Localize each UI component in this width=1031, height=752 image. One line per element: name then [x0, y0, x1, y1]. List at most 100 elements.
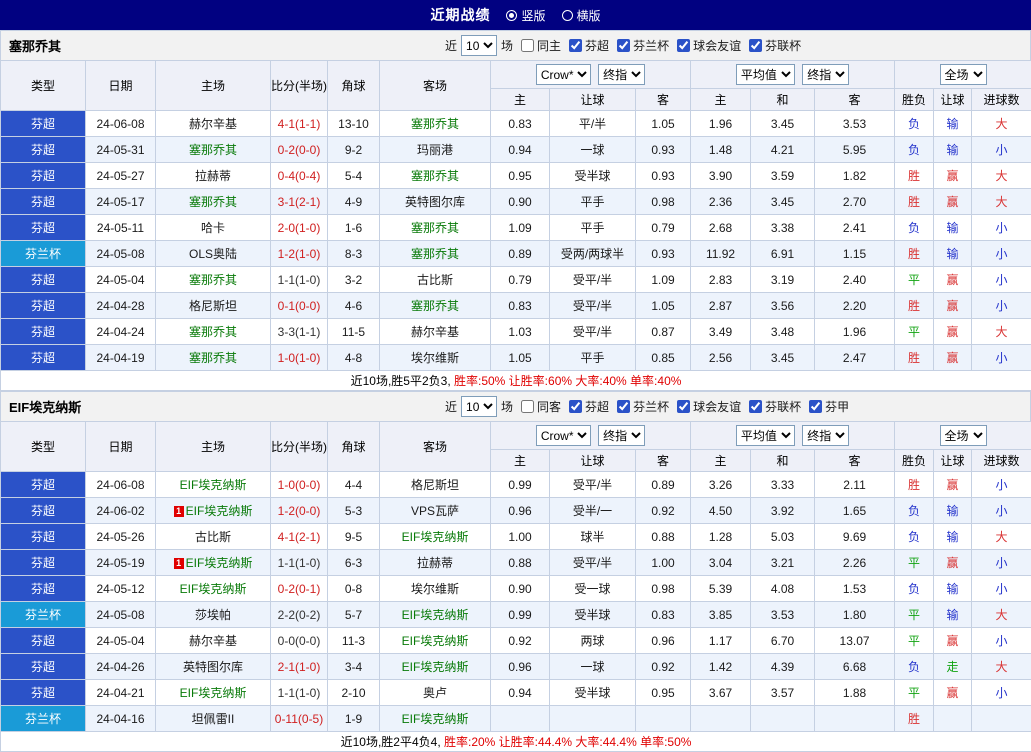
away-team-cell: 埃尔维斯	[380, 345, 491, 371]
team-name: 格尼斯坦	[189, 299, 237, 313]
league-checkbox[interactable]	[749, 400, 762, 413]
avg-final-select[interactable]: 终指	[802, 64, 849, 85]
score-cell: 4-1(2-1)	[271, 524, 328, 550]
odds-cell: 受半/一	[550, 498, 636, 524]
filter-controls: 近 10 场 同主 芬超芬兰杯球会友谊芬联杯	[445, 35, 801, 56]
full-match-select[interactable]: 全场	[940, 64, 987, 85]
league-checkbox[interactable]	[617, 400, 630, 413]
home-team-cell: 哈卡	[156, 215, 271, 241]
team-name: 格尼斯坦	[411, 478, 459, 492]
league-checkbox[interactable]	[569, 400, 582, 413]
same-venue-checkbox[interactable]	[521, 400, 534, 413]
match-count-select[interactable]: 10	[461, 396, 497, 417]
odds-cell: 0.88	[636, 524, 691, 550]
corners-cell: 5-7	[328, 602, 380, 628]
same-venue-filter[interactable]: 同客	[513, 398, 561, 415]
league-filter[interactable]: 芬联杯	[741, 37, 801, 54]
goals-result-cell: 大	[972, 163, 1031, 189]
team-name: 拉赫蒂	[417, 556, 453, 570]
odds-cell: 0.88	[491, 550, 550, 576]
avg-final-select[interactable]: 终指	[802, 425, 849, 446]
result-cell: 负	[895, 524, 934, 550]
away-team-cell: 拉赫蒂	[380, 550, 491, 576]
goals-result-cell: 大	[972, 189, 1031, 215]
bookmaker-select[interactable]: Crow*	[536, 425, 591, 446]
score-cell: 0-0(0-0)	[271, 628, 328, 654]
same-venue-label: 同主	[537, 37, 561, 54]
away-team-cell: 古比斯	[380, 267, 491, 293]
handicap-result-cell: 输	[934, 215, 972, 241]
layout-option-vertical[interactable]: 竖版	[506, 7, 545, 24]
date-cell: 24-04-26	[86, 654, 156, 680]
score-cell: 4-1(1-1)	[271, 111, 328, 137]
league-filter[interactable]: 芬兰杯	[609, 398, 669, 415]
col-avg-draw: 和	[751, 89, 815, 111]
summary-row: 近10场,胜5平2负3, 胜率:50% 让胜率:60% 大率:40% 单率:40…	[1, 371, 1031, 391]
league-filter[interactable]: 芬联杯	[741, 398, 801, 415]
team-name: 莎埃帕	[195, 608, 231, 622]
league-filter[interactable]: 球会友谊	[669, 398, 741, 415]
score-cell: 1-2(0-0)	[271, 498, 328, 524]
radio-selected-icon	[506, 10, 517, 21]
away-team-cell: EIF埃克纳斯	[380, 628, 491, 654]
league-checkbox[interactable]	[617, 39, 630, 52]
final-odds-select[interactable]: 终指	[598, 64, 645, 85]
league-filter[interactable]: 芬甲	[801, 398, 849, 415]
team-name: 英特图尔库	[405, 195, 465, 209]
odds-cell: 2.87	[691, 293, 751, 319]
average-select[interactable]: 平均值	[736, 425, 795, 446]
match-count-select[interactable]: 10	[461, 35, 497, 56]
score-cell: 0-1(0-0)	[271, 293, 328, 319]
odds-cell: 2.47	[815, 345, 895, 371]
average-select[interactable]: 平均值	[736, 64, 795, 85]
full-match-select[interactable]: 全场	[940, 425, 987, 446]
odds-cell: 1.05	[491, 345, 550, 371]
team-name: 埃尔维斯	[411, 582, 459, 596]
odds-cell: 0.96	[491, 498, 550, 524]
odds-cell: 3.45	[751, 111, 815, 137]
odds-cell: 1.05	[636, 111, 691, 137]
summary-record: 近10场,胜2平4负4,	[341, 735, 444, 749]
handicap-result-cell: 赢	[934, 189, 972, 215]
goals-result-cell: 小	[972, 345, 1031, 371]
corners-cell: 11-5	[328, 319, 380, 345]
final-odds-select[interactable]: 终指	[598, 425, 645, 446]
odds-cell: 2.26	[815, 550, 895, 576]
handicap-result-cell: 赢	[934, 472, 972, 498]
col-handicap: 让球	[550, 89, 636, 111]
league-label: 芬联杯	[765, 398, 801, 415]
league-checkbox[interactable]	[677, 39, 690, 52]
focus-team-name: EIF埃克纳斯	[402, 530, 469, 544]
odds-cell: 0.92	[636, 654, 691, 680]
away-team-cell: 格尼斯坦	[380, 472, 491, 498]
focus-team-name: EIF埃克纳斯	[186, 504, 253, 518]
odds-cell: 0.83	[636, 602, 691, 628]
league-checkbox[interactable]	[677, 400, 690, 413]
layout-option-horizontal[interactable]: 横版	[562, 7, 601, 24]
league-checkbox[interactable]	[569, 39, 582, 52]
league-filter[interactable]: 球会友谊	[669, 37, 741, 54]
team-name: 古比斯	[417, 273, 453, 287]
goals-result-cell	[972, 706, 1031, 732]
layout-horizontal-label: 横版	[577, 7, 601, 24]
league-checkbox[interactable]	[809, 400, 822, 413]
league-checkbox[interactable]	[749, 39, 762, 52]
handicap-result-cell: 走	[934, 654, 972, 680]
same-venue-checkbox[interactable]	[521, 39, 534, 52]
focus-team-name: EIF埃克纳斯	[402, 712, 469, 726]
corners-cell: 11-3	[328, 628, 380, 654]
odds-cell: 0.95	[491, 163, 550, 189]
odds-cell: 2.41	[815, 215, 895, 241]
result-cell: 负	[895, 137, 934, 163]
focus-team-name: EIF埃克纳斯	[180, 478, 247, 492]
league-filter[interactable]: 芬超	[561, 398, 609, 415]
col-away: 客场	[380, 422, 491, 472]
bookmaker-select[interactable]: Crow*	[536, 64, 591, 85]
league-filter[interactable]: 芬超	[561, 37, 609, 54]
league-cell: 芬超	[1, 189, 86, 215]
league-label: 芬联杯	[765, 37, 801, 54]
league-cell: 芬兰杯	[1, 706, 86, 732]
league-filter[interactable]: 芬兰杯	[609, 37, 669, 54]
home-team-cell: 赫尔辛基	[156, 628, 271, 654]
same-venue-filter[interactable]: 同主	[513, 37, 561, 54]
